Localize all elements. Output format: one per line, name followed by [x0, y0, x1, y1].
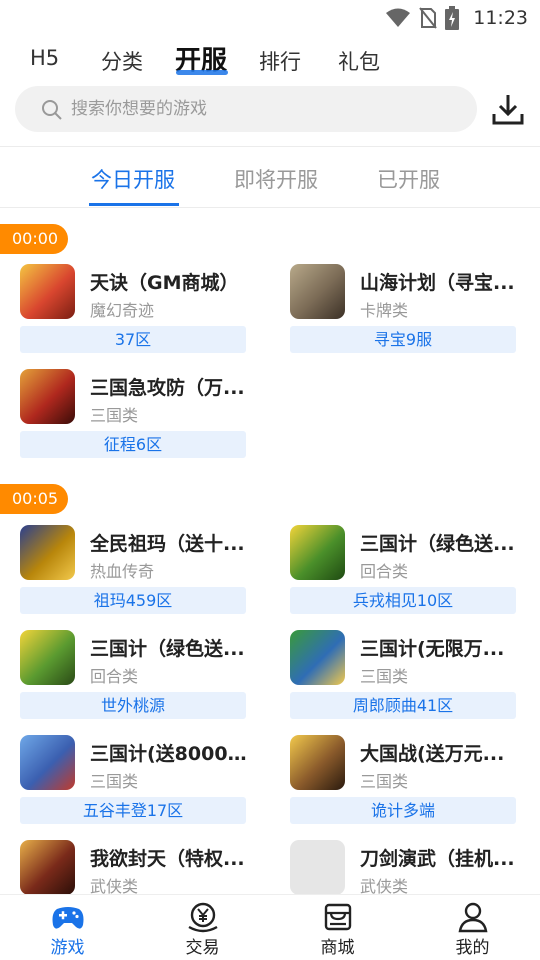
game-category: 卡牌类 [360, 301, 409, 320]
server-tag: 祖玛459区 [20, 587, 246, 614]
game-thumbnail [20, 840, 75, 894]
search-icon [42, 100, 62, 120]
server-tag: 征程6区 [20, 431, 246, 458]
game-card[interactable]: 天诀（GM商城） 魔幻奇迹 37区 [20, 264, 246, 356]
game-thumbnail [290, 630, 345, 685]
game-name: 我欲封天（特权... [90, 848, 245, 870]
game-thumbnail [20, 630, 75, 685]
nav-store[interactable]: 商城 [270, 895, 405, 960]
server-tag: 兵戎相见10区 [290, 587, 516, 614]
subtab-opened[interactable]: 已开服 [377, 164, 440, 194]
game-category: 回合类 [360, 562, 409, 581]
game-thumbnail [20, 525, 75, 580]
status-time: 11:23 [473, 7, 528, 29]
wifi-icon [386, 8, 411, 27]
download-icon[interactable] [490, 92, 526, 128]
game-thumbnail [20, 369, 75, 424]
game-thumbnail [20, 264, 75, 319]
game-category: 武侠类 [360, 877, 409, 894]
game-name: 三国计（绿色送... [90, 638, 245, 660]
status-bar: 11:23 [0, 0, 540, 36]
game-thumbnail [290, 735, 345, 790]
nav-games[interactable]: 游戏 [0, 895, 135, 960]
game-category: 魔幻奇迹 [90, 301, 155, 320]
battery-charging-icon [445, 6, 460, 30]
game-card[interactable]: 三国计(送8000... 三国类 五谷丰登17区 [20, 735, 248, 827]
subtab-today[interactable]: 今日开服 [91, 164, 175, 194]
game-card[interactable]: 刀剑演武（挂机... 武侠类 [290, 840, 516, 894]
game-card[interactable]: 山海计划（寻宝... 卡牌类 寻宝9服 [290, 264, 516, 356]
nav-label: 商城 [320, 938, 355, 958]
game-name: 大国战(送万元... [360, 743, 505, 765]
time-badge: 00:05 [0, 484, 68, 514]
tab-gift[interactable]: 礼包 [338, 46, 380, 76]
search-input[interactable] [71, 86, 461, 132]
game-name: 山海计划（寻宝... [360, 272, 515, 294]
game-card[interactable]: 三国急攻防（万... 三国类 征程6区 [20, 369, 246, 461]
game-thumbnail [20, 735, 75, 790]
game-card[interactable]: 全民祖玛（送十... 热血传奇 祖玛459区 [20, 525, 246, 617]
game-category: 三国类 [360, 772, 409, 791]
game-category: 三国类 [90, 772, 139, 791]
game-card[interactable]: 三国计（绿色送... 回合类 世外桃源 [20, 630, 246, 722]
game-card[interactable]: 大国战(送万元... 三国类 诡计多端 [290, 735, 516, 827]
subtab-indicator [89, 203, 179, 206]
subtab-upcoming[interactable]: 即将开服 [234, 164, 318, 194]
divider [0, 146, 540, 147]
game-thumbnail [290, 264, 345, 319]
server-tag: 37区 [20, 326, 246, 353]
user-icon [458, 902, 487, 933]
yuan-coin-icon [187, 902, 218, 933]
game-name: 全民祖玛（送十... [90, 533, 245, 555]
server-tag: 寻宝9服 [290, 326, 516, 353]
active-tab-indicator [176, 70, 228, 75]
game-name: 天诀（GM商城） [90, 272, 239, 294]
game-thumbnail-placeholder [290, 840, 345, 894]
game-category: 武侠类 [90, 877, 139, 894]
tab-ranking[interactable]: 排行 [259, 46, 301, 76]
store-icon [324, 903, 351, 931]
nav-mine[interactable]: 我的 [405, 895, 540, 960]
game-name: 三国计（绿色送... [360, 533, 515, 555]
server-tag: 诡计多端 [290, 797, 516, 824]
nav-label: 游戏 [50, 938, 85, 958]
nav-trade[interactable]: 交易 [135, 895, 270, 960]
search-bar[interactable] [15, 86, 477, 132]
server-tag: 周郎顾曲41区 [290, 692, 516, 719]
gamepad-icon [52, 907, 83, 929]
server-tag: 世外桃源 [20, 692, 246, 719]
nav-label: 我的 [455, 938, 490, 958]
bottom-nav: 游戏 交易 商城 我的 [0, 894, 540, 960]
server-list[interactable]: 00:00 天诀（GM商城） 魔幻奇迹 37区 山海计划（寻宝... 卡牌类 寻… [0, 208, 540, 894]
game-name: 三国计(无限万... [360, 638, 505, 660]
tab-category[interactable]: 分类 [101, 46, 143, 76]
game-card[interactable]: 三国计（绿色送... 回合类 兵戎相见10区 [290, 525, 516, 617]
no-sim-icon [419, 7, 438, 29]
top-tab-bar: H5 分类 开服 排行 礼包 [0, 40, 540, 82]
game-thumbnail [290, 525, 345, 580]
game-card[interactable]: 三国计(无限万... 三国类 周郎顾曲41区 [290, 630, 516, 722]
game-name: 三国计(送8000... [90, 743, 248, 765]
game-category: 三国类 [360, 667, 409, 686]
server-tag: 五谷丰登17区 [20, 797, 246, 824]
game-category: 回合类 [90, 667, 139, 686]
nav-label: 交易 [185, 938, 220, 958]
game-name: 刀剑演武（挂机... [360, 848, 515, 870]
game-card[interactable]: 我欲封天（特权... 武侠类 [20, 840, 246, 894]
game-category: 热血传奇 [90, 562, 155, 581]
sub-tab-bar: 今日开服 即将开服 已开服 [0, 150, 540, 206]
game-name: 三国急攻防（万... [90, 377, 245, 399]
tab-h5[interactable]: H5 [30, 46, 59, 70]
time-badge: 00:00 [0, 224, 68, 254]
game-category: 三国类 [90, 406, 139, 425]
